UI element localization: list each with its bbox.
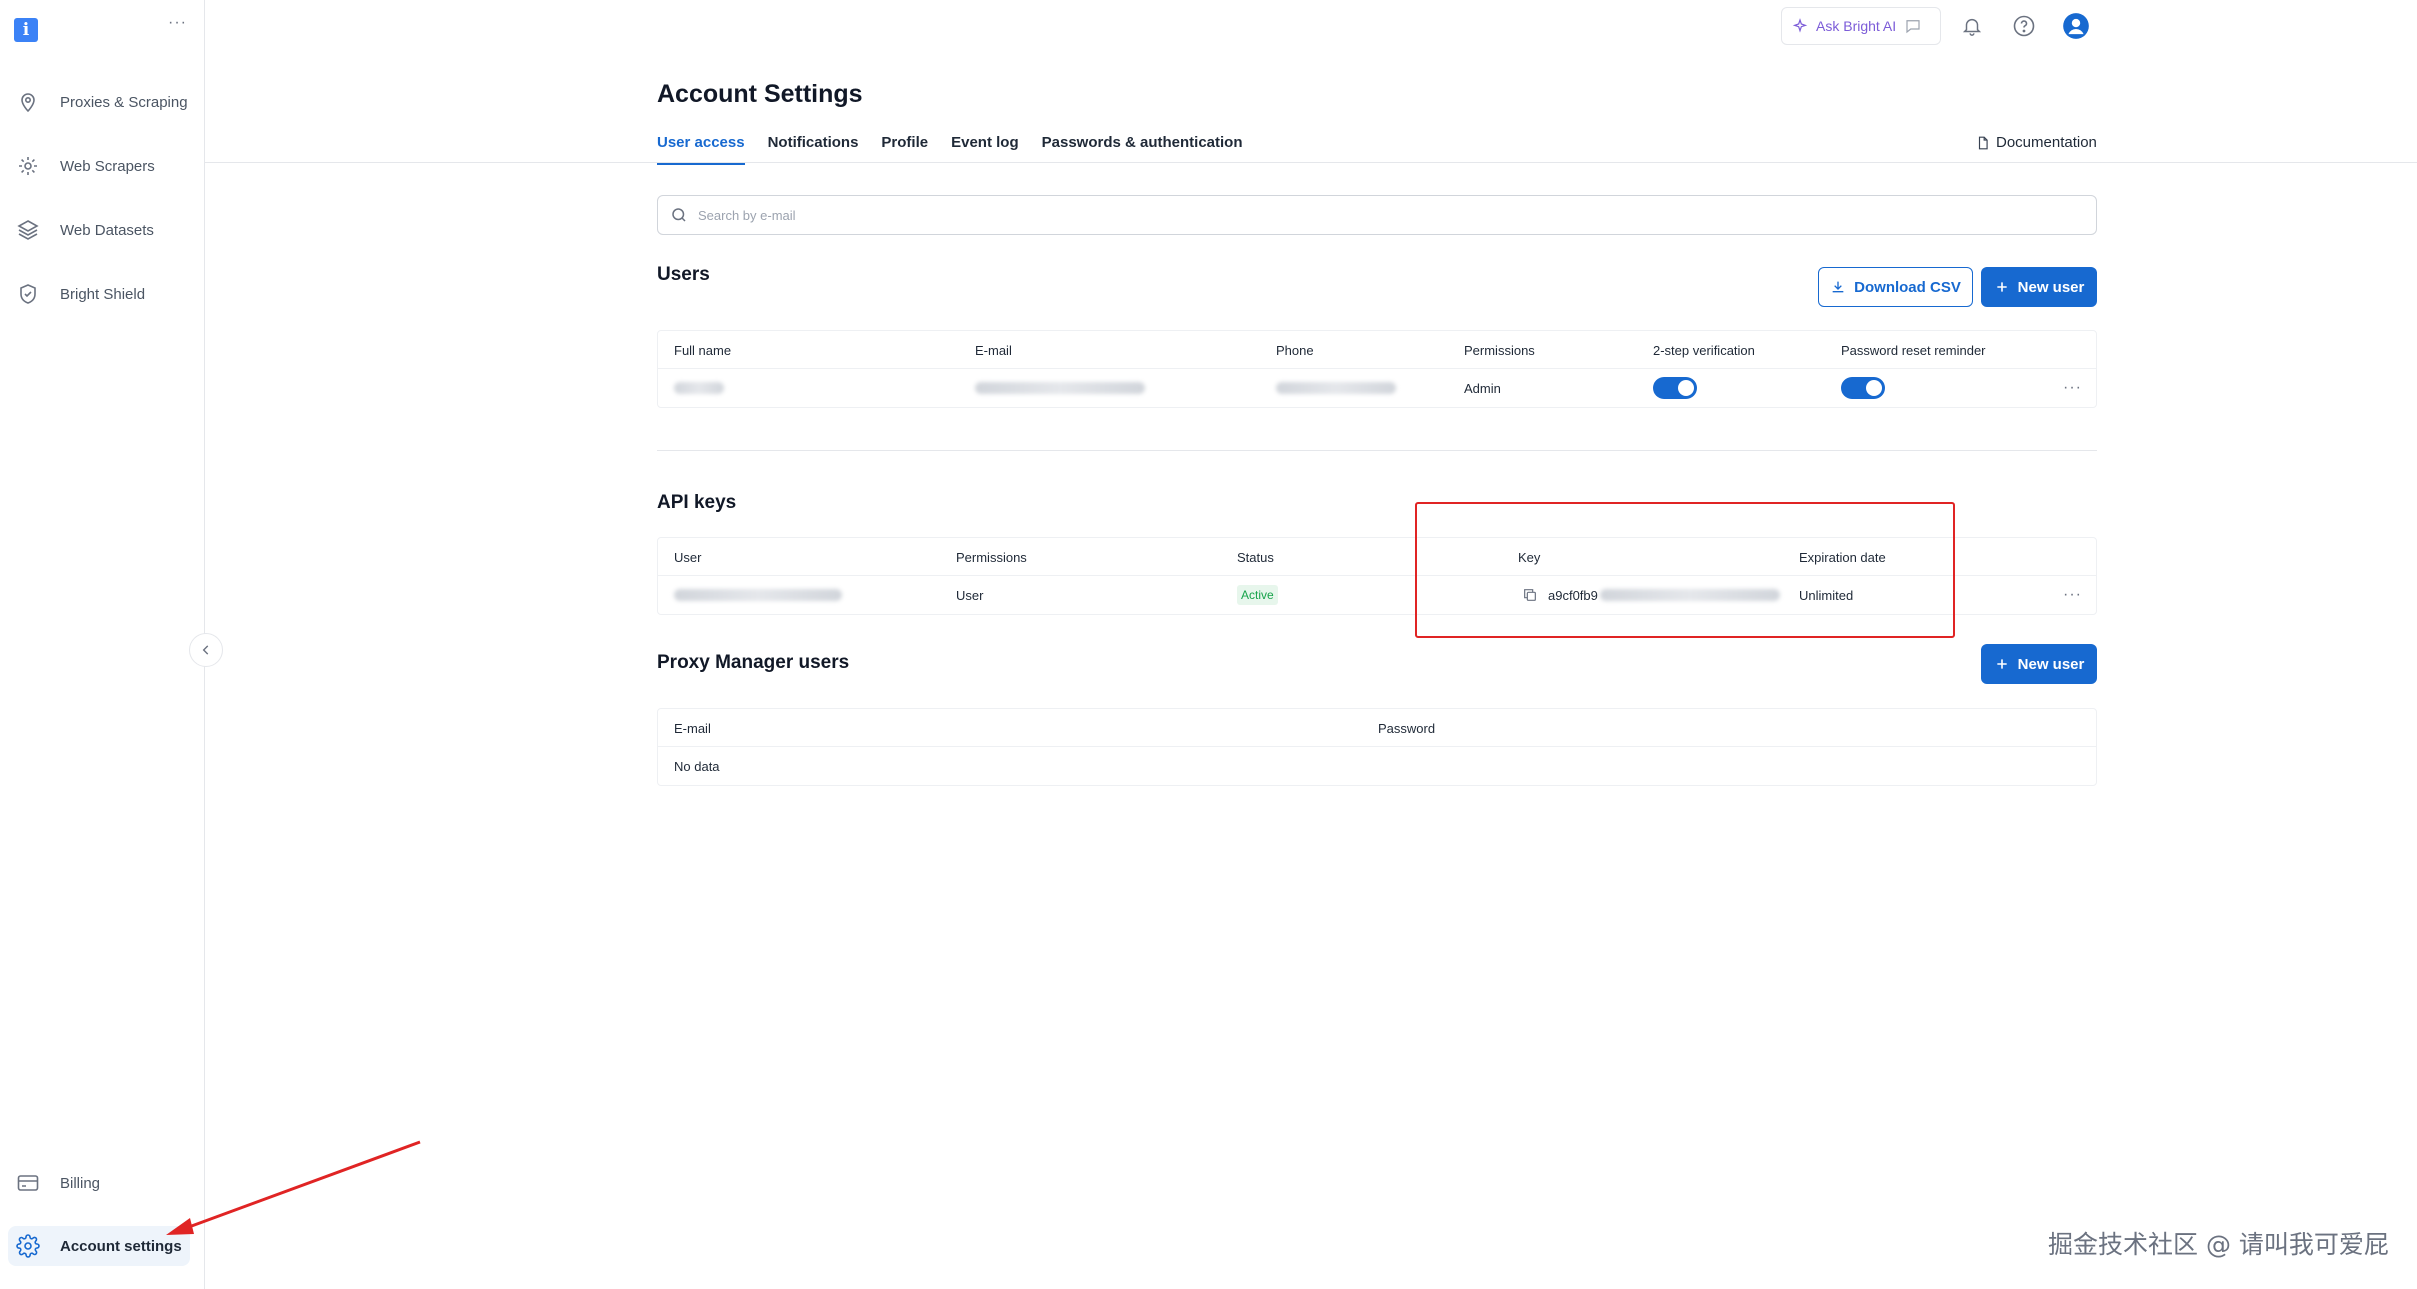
watermark: 掘金技术社区 @ 请叫我可爱屁 <box>2048 1230 2389 1259</box>
app-root: i ··· Proxies & Scraping Web Scrapers We… <box>0 0 2417 1289</box>
annotation-arrow-icon <box>166 1140 421 1235</box>
